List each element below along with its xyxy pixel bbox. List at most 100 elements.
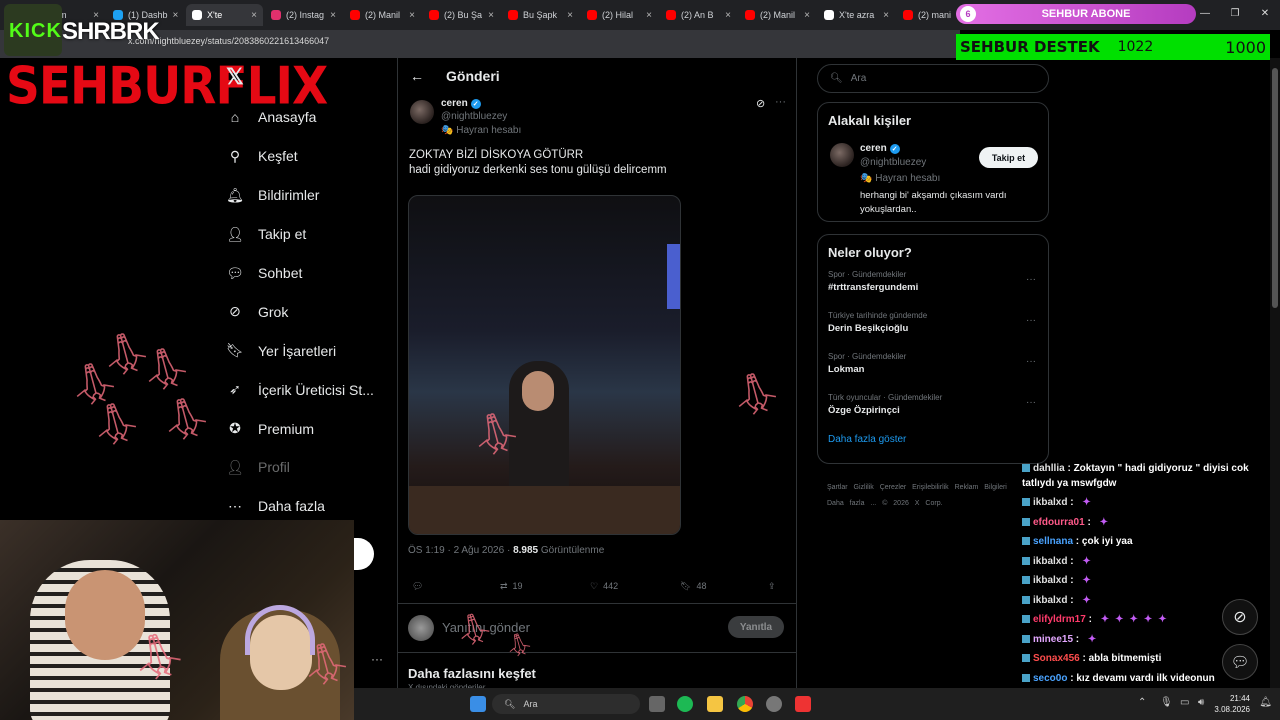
nav-item-7[interactable]: ➶ İçerik Üreticisi St... (226, 370, 396, 409)
chat-username[interactable]: ikbalxd (1033, 575, 1067, 586)
close-tab-icon[interactable]: × (567, 10, 573, 21)
windows-taskbar: 🔍︎ Ara ⌃ 🎙︎ ▭ 🔊︎ 21:44 3.08.2026 🔔︎ (354, 688, 1280, 720)
footer-links[interactable]: Şartlar Gizlilik Çerezler Erişilebilirli… (827, 480, 1027, 512)
like-button[interactable]: ♡ 442 (590, 578, 618, 594)
chat-username[interactable]: minee15 (1033, 634, 1073, 645)
browser-tab[interactable]: (2) An B × (660, 4, 737, 26)
emote-icon: ✦ (1143, 614, 1153, 625)
close-tab-icon[interactable]: × (173, 10, 179, 21)
chat-username[interactable]: dahllia (1033, 463, 1065, 474)
speaker-icon[interactable]: 🔊︎ (1198, 697, 1204, 708)
close-tab-icon[interactable]: × (488, 10, 494, 21)
browser-tab[interactable]: X'te × (186, 4, 263, 26)
related-name[interactable]: ceren (860, 143, 887, 154)
more-options-icon[interactable]: ··· (775, 96, 786, 108)
close-tab-icon[interactable]: × (646, 10, 652, 21)
close-tab-icon[interactable]: × (725, 10, 731, 21)
related-handle[interactable]: @nightbluezey (860, 157, 926, 168)
windows-start-icon[interactable] (470, 696, 486, 712)
nav-item-3[interactable]: 👤︎ Takip et (226, 215, 396, 254)
close-tab-icon[interactable]: × (409, 10, 415, 21)
related-avatar[interactable] (830, 143, 854, 167)
search-input[interactable]: 🔍︎ Ara (817, 64, 1049, 93)
close-tab-icon[interactable]: × (883, 10, 889, 21)
bookmark-button[interactable]: 🔖︎ 48 (680, 578, 706, 594)
chat-username[interactable]: Sonax456 (1033, 653, 1080, 664)
chat-username[interactable]: ikbalxd (1033, 595, 1067, 606)
close-tab-icon[interactable]: × (804, 10, 810, 21)
mic-icon[interactable]: 🎙︎ (1160, 697, 1173, 708)
show-more-link[interactable]: Daha fazla göster (818, 430, 1048, 449)
network-icon[interactable]: ▭ (1180, 697, 1189, 708)
nav-item-0[interactable]: ⌂ Anasayfa (226, 98, 396, 137)
follow-button[interactable]: Takip et (979, 147, 1038, 168)
chat-username[interactable]: ikbalxd (1033, 497, 1067, 508)
trend-item[interactable]: Türk oyuncular · Gündemdekiler Özge Özpir… (818, 389, 1048, 430)
reply-button[interactable]: 💬︎ (412, 578, 423, 594)
nav-item-5[interactable]: ⊘ Grok (226, 292, 396, 331)
taskbar-clock[interactable]: 21:44 3.08.2026 (1214, 693, 1250, 715)
author-name-row[interactable]: ceren ✓ (441, 98, 481, 109)
reply-submit-button[interactable]: Yanıtla (728, 616, 784, 638)
close-window-icon[interactable]: ✕ (1250, 0, 1280, 26)
chat-username[interactable]: elifyldrm17 (1033, 614, 1086, 625)
chat-username[interactable]: ikbalxd (1033, 556, 1067, 567)
chat-username[interactable]: sellnana (1033, 536, 1073, 547)
browser-tab[interactable]: (2) Hilal × (581, 4, 658, 26)
taskbar-search[interactable]: 🔍︎ Ara (492, 694, 640, 714)
x-logo-icon[interactable]: 𝕏 (226, 64, 244, 90)
task-view-icon[interactable] (649, 696, 665, 712)
chat-message: ikbalxd : ✦ (1022, 493, 1274, 513)
scrollbar-thumb[interactable] (1272, 68, 1278, 308)
minimize-icon[interactable]: — (1190, 0, 1220, 26)
post-time[interactable]: ÖS 1:19 · 2 Ağu 2026 · (408, 545, 513, 556)
grok-icon[interactable]: ⊘ (756, 97, 765, 110)
browser-tab[interactable]: Bu Şapk × (502, 4, 579, 26)
app-icon[interactable] (795, 696, 811, 712)
spotify-icon[interactable] (677, 696, 693, 712)
more-options-icon[interactable]: ··· (1026, 315, 1036, 326)
nav-item-6[interactable]: 🔖︎ Yer İşaretleri (226, 331, 396, 370)
browser-tab[interactable]: (2) Manil × (344, 4, 421, 26)
nav-item-9[interactable]: 👤︎ Profil (226, 448, 396, 487)
restore-icon[interactable]: ❐ (1220, 0, 1250, 26)
post-video[interactable] (408, 195, 681, 535)
grok-float-button[interactable]: ⊘ (1222, 599, 1258, 635)
nav-item-8[interactable]: ✪ Premium (226, 409, 396, 448)
retweet-button[interactable]: ⇄ 19 (500, 578, 523, 594)
nav-item-label: Sohbet (258, 265, 303, 281)
tray-arrow-icon[interactable]: ⌃ (1138, 697, 1146, 708)
more-options-icon[interactable]: ··· (371, 652, 383, 666)
trend-item[interactable]: Spor · Gündemdekiler Lokman ··· (818, 348, 1048, 389)
trend-item[interactable]: Türkiye tarihinde gündemde Derin Beşikçio… (818, 307, 1048, 348)
more-options-icon[interactable]: ··· (1026, 397, 1036, 408)
close-tab-icon[interactable]: × (251, 10, 257, 21)
nav-item-1[interactable]: ⚲ Keşfet (226, 137, 396, 176)
browser-tab[interactable]: (2) Instag × (265, 4, 342, 26)
nav-item-2[interactable]: 🔔︎ Bildirimler (226, 176, 396, 215)
notification-icon[interactable]: 🔔︎ (1259, 697, 1272, 708)
file-explorer-icon[interactable] (707, 696, 723, 712)
close-tab-icon[interactable]: × (330, 10, 336, 21)
avatar[interactable] (410, 100, 434, 124)
author-handle[interactable]: @nightbluezey (441, 111, 507, 122)
author-name[interactable]: ceren (441, 98, 468, 109)
back-arrow-icon[interactable]: ← (410, 68, 424, 84)
more-options-icon[interactable]: ··· (1026, 274, 1036, 285)
like-count: 442 (603, 581, 619, 591)
chat-username[interactable]: efdourra01 (1033, 517, 1085, 528)
chat-username[interactable]: seco0o (1033, 673, 1067, 684)
share-button[interactable]: ⇪ (768, 578, 776, 594)
browser-tab[interactable]: (2) Bu Şa × (423, 4, 500, 26)
browser-tab[interactable]: X'te azra × (818, 4, 895, 26)
trend-item[interactable]: Spor · Gündemdekiler #trttransfergundemi ·… (818, 266, 1048, 307)
obs-icon[interactable] (766, 696, 782, 712)
nav-item-4[interactable]: 💬︎ Sohbet (226, 254, 396, 293)
chrome-icon[interactable] (737, 696, 753, 712)
nav-item-label: İçerik Üreticisi St... (258, 381, 374, 398)
more-options-icon[interactable]: ··· (1026, 356, 1036, 367)
post-actions: 💬︎ ⇄ 19 ♡ 442 🔖︎ 48 ⇪ (408, 578, 788, 594)
messages-float-button[interactable]: 💬︎ (1222, 644, 1258, 680)
browser-tab[interactable]: (2) Manil × (739, 4, 816, 26)
related-name-row[interactable]: ceren ✓ (860, 143, 900, 154)
